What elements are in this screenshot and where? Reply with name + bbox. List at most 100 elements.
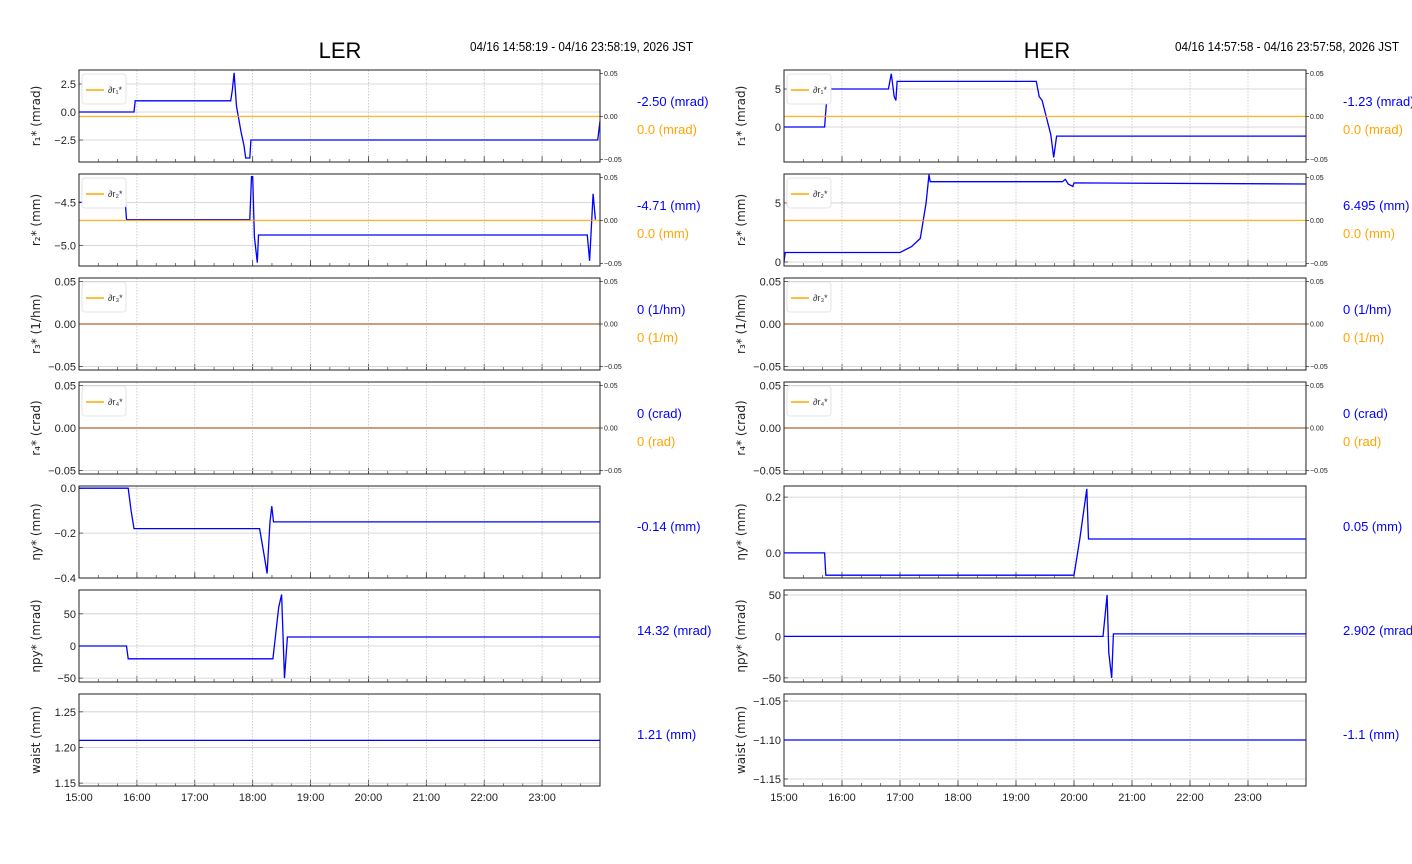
current-value: 6.495 (mm)	[1343, 198, 1409, 213]
y-tick-label: 0.2	[766, 492, 781, 504]
current-value: 0 (crad)	[1343, 406, 1388, 421]
right-y-tick-label: 0.00	[1310, 218, 1324, 225]
chart-ler: LER 04/16 14:58:19 - 04/16 23:58:19, 2026…	[29, 38, 711, 804]
right-y-tick-label: −0.05	[604, 261, 622, 268]
reference-value: 0.0 (mrad)	[1343, 122, 1403, 137]
right-y-tick-label: 0.05	[604, 175, 618, 182]
x-tick-label: 19:00	[1002, 792, 1030, 804]
y-tick-label: −1.10	[753, 735, 781, 747]
right-y-tick-label: −0.05	[604, 468, 622, 475]
subplot-5: 0.0 −0.2 −0.4 -0.14 (mm) ηy* (mm)	[29, 483, 701, 585]
subplot-6: 50 0 −50 14.32 (mrad) ηpy* (mrad)	[29, 589, 711, 685]
y-tick-label: −1.15	[753, 774, 781, 786]
reference-value: 0 (rad)	[1343, 434, 1381, 449]
current-value: -0.14 (mm)	[637, 519, 701, 534]
legend-label: ∂r₃*	[813, 293, 828, 303]
date-range: 04/16 14:58:19 - 04/16 23:58:19, 2026 JS…	[470, 39, 693, 54]
y-axis-label: ηy* (mm)	[734, 503, 748, 560]
legend: ∂r₄*	[786, 385, 832, 417]
y-tick-label: 1.25	[55, 707, 76, 719]
x-tick-label: 18:00	[944, 792, 972, 804]
series-line	[79, 175, 597, 263]
y-tick-label: −0.05	[753, 362, 781, 374]
reference-value: 0 (1/m)	[637, 330, 678, 345]
current-value: 14.32 (mrad)	[637, 623, 711, 638]
y-tick-label: 0.00	[55, 423, 76, 435]
series-line	[784, 488, 1306, 576]
x-tick-label: 23:00	[1234, 792, 1262, 804]
y-tick-label: 5	[775, 84, 781, 96]
current-value: 1.21 (mm)	[637, 727, 696, 742]
x-tick-label: 20:00	[355, 792, 383, 804]
y-tick-label: 0.05	[55, 380, 76, 392]
y-axis-label: r₄* (crad)	[29, 400, 43, 455]
y-axis-label: r₄* (crad)	[734, 400, 748, 455]
y-tick-label: −0.05	[48, 362, 76, 374]
right-y-tick-label: 0.00	[604, 114, 618, 121]
x-tick-label: 22:00	[470, 792, 498, 804]
current-value: 0.05 (mm)	[1343, 519, 1402, 534]
date-range: 04/16 14:57:58 - 04/16 23:57:58, 2026 JS…	[1175, 39, 1399, 54]
chart-title: LER	[319, 38, 362, 63]
beam-parameter-figure: LER 04/16 14:58:19 - 04/16 23:58:19, 2026…	[29, 38, 1412, 804]
y-tick-label: 0.0	[61, 107, 76, 119]
current-value: -1.1 (mm)	[1343, 727, 1399, 742]
y-tick-label: 0.00	[760, 423, 781, 435]
y-tick-label: 0.05	[55, 276, 76, 288]
legend: ∂r₄*	[81, 385, 127, 417]
y-tick-label: −50	[762, 673, 781, 685]
right-y-tick-label: 0.00	[1310, 114, 1324, 121]
y-tick-label: 0.05	[760, 380, 781, 392]
current-value: 0 (1/hm)	[1343, 302, 1391, 317]
reference-value: 0.0 (mm)	[1343, 226, 1395, 241]
y-axis-label: r₁* (mrad)	[734, 86, 748, 147]
y-tick-label: 0.00	[760, 319, 781, 331]
x-tick-label: 15:00	[770, 792, 798, 804]
right-y-tick-label: −0.05	[604, 364, 622, 371]
subplot-5: 0.2 0.0 0.05 (mm) ηy* (mm)	[734, 485, 1402, 579]
y-axis-label: ηpy* (mrad)	[734, 599, 748, 672]
legend-label: ∂r₃*	[108, 293, 123, 303]
right-y-tick-label: 0.00	[604, 322, 618, 329]
y-axis-label: ηpy* (mrad)	[29, 599, 43, 672]
x-tick-label: 17:00	[181, 792, 209, 804]
y-axis-label: r₃* (1/hm)	[29, 294, 43, 354]
subplot-2: −4.5 −5.0 0.05 0.00 −0.05 ∂r₂* -4.71 (mm) 0.0 (…	[29, 173, 701, 268]
legend: ∂r₂*	[786, 177, 832, 209]
reference-value: 0 (1/m)	[1343, 330, 1384, 345]
legend-label: ∂r₂*	[108, 189, 123, 199]
right-y-tick-label: 0.05	[604, 71, 618, 78]
subplot-6: 50 0 −50 2.902 (mrad) ηpy* (mrad)	[734, 589, 1412, 685]
y-axis-label: r₂* (mm)	[734, 194, 748, 246]
right-y-tick-label: 0.00	[604, 426, 618, 433]
right-y-tick-label: −0.05	[1310, 364, 1328, 371]
legend: ∂r₁*	[786, 73, 832, 105]
y-tick-label: 0	[775, 631, 781, 643]
y-tick-label: 50	[64, 609, 76, 621]
reference-value: 0.0 (mm)	[637, 226, 689, 241]
y-axis-label: waist (mm)	[29, 706, 43, 774]
series-line	[79, 487, 600, 574]
y-tick-label: 0	[775, 122, 781, 134]
subplot-7: −1.05 −1.10 −1.15 -1.1 (mm) waist (mm) 15:00 1…	[734, 693, 1399, 804]
y-tick-label: 5	[775, 198, 781, 210]
y-tick-label: −0.4	[54, 573, 76, 585]
chart-her: HER 04/16 14:57:58 - 04/16 23:57:58, 2026…	[734, 38, 1412, 804]
y-tick-label: 1.15	[55, 778, 76, 790]
x-tick-label: 17:00	[886, 792, 914, 804]
right-y-tick-label: 0.05	[604, 279, 618, 286]
y-axis-label: r₂* (mm)	[29, 194, 43, 246]
y-tick-label: −4.5	[54, 197, 76, 209]
current-value: -4.71 (mm)	[637, 198, 701, 213]
y-tick-label: 1.20	[55, 742, 76, 754]
x-tick-label: 20:00	[1060, 792, 1088, 804]
x-tick-label: 22:00	[1176, 792, 1204, 804]
x-tick-label: 23:00	[528, 792, 556, 804]
y-tick-label: −5.0	[54, 240, 76, 252]
y-tick-label: 0	[70, 641, 76, 653]
y-tick-label: −2.5	[54, 135, 76, 147]
legend-label: ∂r₁*	[813, 85, 827, 95]
right-y-tick-label: −0.05	[604, 157, 622, 164]
y-axis-label: r₃* (1/hm)	[734, 294, 748, 354]
right-y-tick-label: 0.05	[1310, 279, 1324, 286]
